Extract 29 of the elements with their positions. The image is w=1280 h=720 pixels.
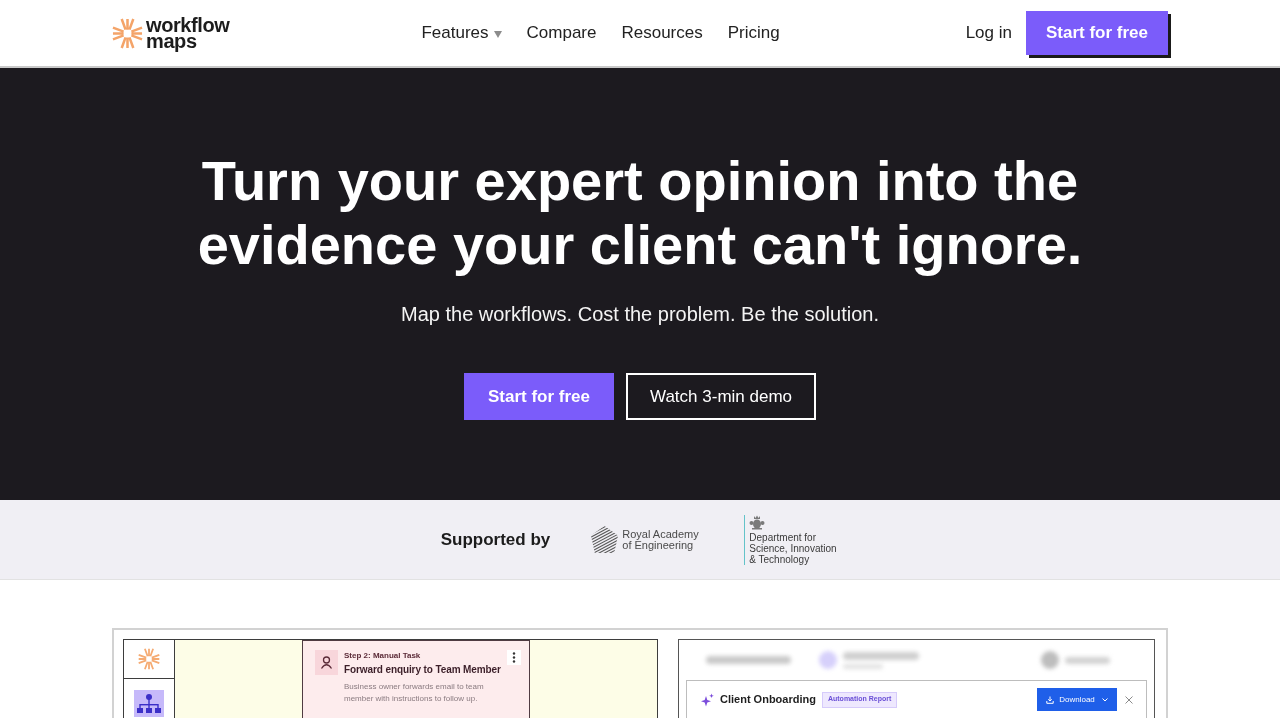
person-icon bbox=[315, 650, 338, 675]
start-free-button[interactable]: Start for free bbox=[463, 373, 614, 420]
nav-link[interactable]: Pricing bbox=[727, 20, 780, 46]
step-label: Step 2: Manual Task bbox=[344, 651, 422, 661]
supported-by-label: Supported by bbox=[440, 528, 551, 551]
login-link[interactable]: Log in bbox=[965, 20, 1012, 46]
report-title: Client Onboarding bbox=[720, 692, 816, 708]
org-chart-icon bbox=[134, 690, 164, 717]
sparkle-icon bbox=[700, 692, 714, 707]
striped-emblem-icon bbox=[590, 525, 620, 554]
more-options-icon[interactable] bbox=[507, 650, 521, 665]
download-icon bbox=[1046, 695, 1055, 704]
department-wordmark: Department for Science, Innovation & Technology bbox=[749, 531, 838, 565]
step-description: Business owner forwards email to team member with instructions to follow up. bbox=[344, 681, 485, 705]
close-icon[interactable] bbox=[1125, 695, 1133, 704]
logo-mark-icon bbox=[112, 17, 143, 49]
sunburst-icon bbox=[138, 648, 160, 670]
nav-link[interactable]: Features bbox=[421, 20, 502, 46]
crest-icon bbox=[749, 514, 766, 530]
academy-wordmark: Royal Academy of Engineering bbox=[622, 528, 700, 551]
download-button[interactable]: Download bbox=[1037, 688, 1117, 711]
watch-demo-button[interactable]: Watch 3-min demo bbox=[626, 373, 817, 420]
nav-link[interactable]: Compare bbox=[526, 20, 597, 46]
hero-heading: Turn your expert opinion into the evidence your client can't ignore. bbox=[196, 149, 1084, 277]
start-free-button[interactable]: Start for free bbox=[1025, 11, 1168, 55]
nav-link[interactable]: Resources bbox=[621, 20, 703, 46]
step-title: Forward enquiry to Team Member bbox=[344, 663, 502, 677]
chevron-down-icon bbox=[1101, 697, 1108, 702]
hero-subtitle: Map the workflows. Cost the problem. Be the solution. bbox=[401, 302, 879, 327]
